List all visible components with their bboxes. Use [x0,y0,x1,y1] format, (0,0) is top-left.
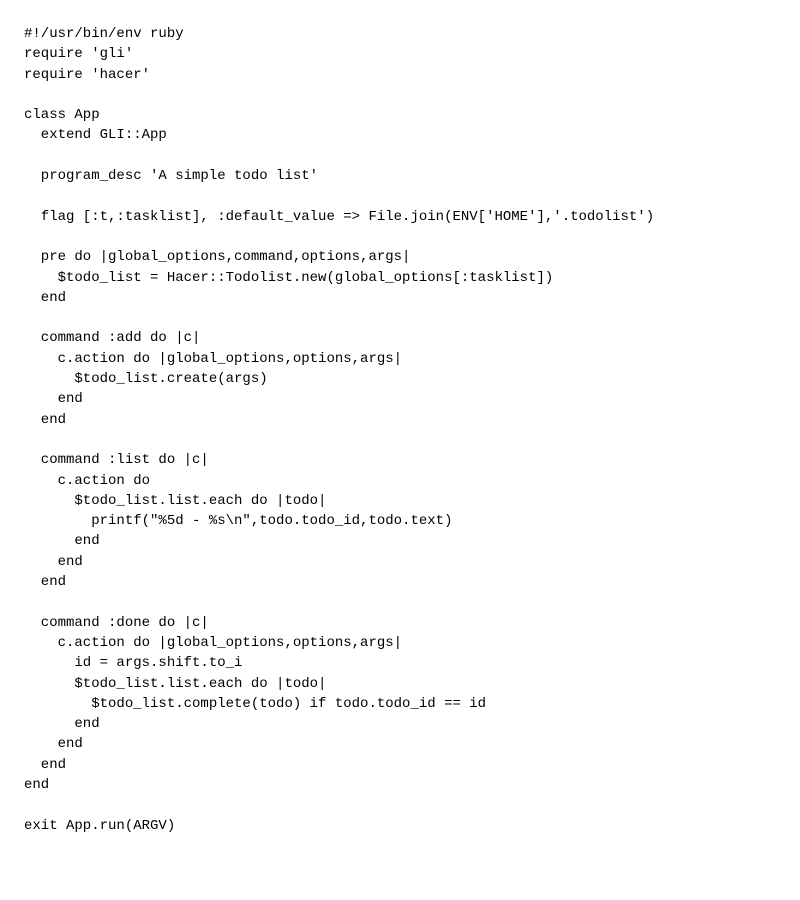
ruby-source: #!/usr/bin/env ruby require 'gli' requir… [24,26,654,834]
code-block: #!/usr/bin/env ruby require 'gli' requir… [24,24,776,836]
